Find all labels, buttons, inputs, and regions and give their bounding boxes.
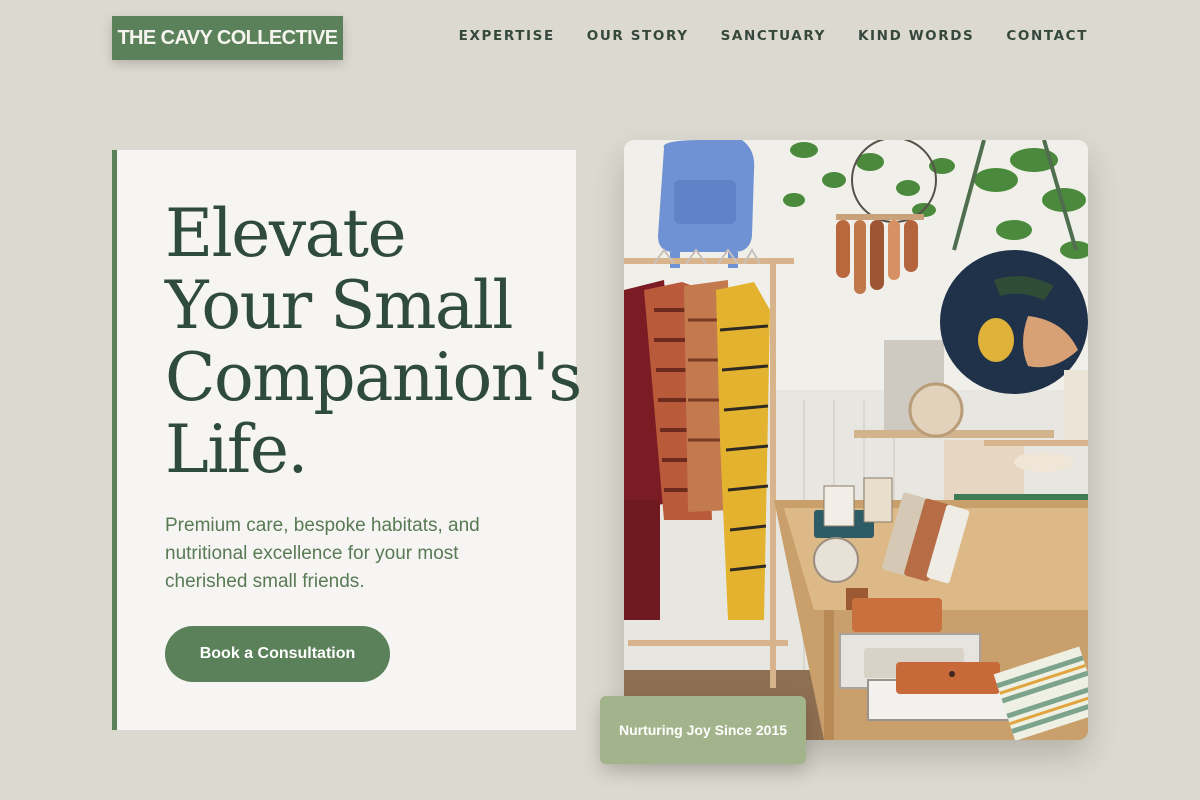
since-badge: Nurturing Joy Since 2015 bbox=[600, 696, 806, 764]
nav-link-sanctuary[interactable]: SANCTUARY bbox=[721, 28, 826, 44]
book-consultation-button[interactable]: Book a Consultation bbox=[165, 626, 390, 682]
hero-shop-image bbox=[624, 140, 1088, 740]
nav-link-our-story[interactable]: OUR STORY bbox=[587, 28, 689, 44]
brand-logo-text: THE CAVY COLLECTIVE bbox=[117, 26, 338, 49]
hero-title-line: Elevate bbox=[165, 195, 407, 272]
hero-title-line: Your Small bbox=[165, 267, 513, 344]
nav-link-contact[interactable]: CONTACT bbox=[1006, 28, 1088, 44]
since-badge-text: Nurturing Joy Since 2015 bbox=[618, 722, 788, 738]
hero-title-line: Life. bbox=[165, 411, 308, 488]
nav-link-expertise[interactable]: EXPERTISE bbox=[459, 28, 555, 44]
main-nav: EXPERTISE OUR STORY SANCTUARY KIND WORDS… bbox=[459, 28, 1088, 44]
hero-subtitle: Premium care, bespoke habitats, and nutr… bbox=[165, 515, 480, 592]
brand-logo[interactable]: THE CAVY COLLECTIVE bbox=[112, 16, 343, 60]
hero-title: Elevate Your Small Companion's Life. bbox=[165, 198, 685, 486]
hero-title-line: Companion's bbox=[165, 339, 582, 416]
nav-link-kind-words[interactable]: KIND WORDS bbox=[858, 28, 974, 44]
hero-card: Elevate Your Small Companion's Life. Pre… bbox=[112, 150, 582, 730]
